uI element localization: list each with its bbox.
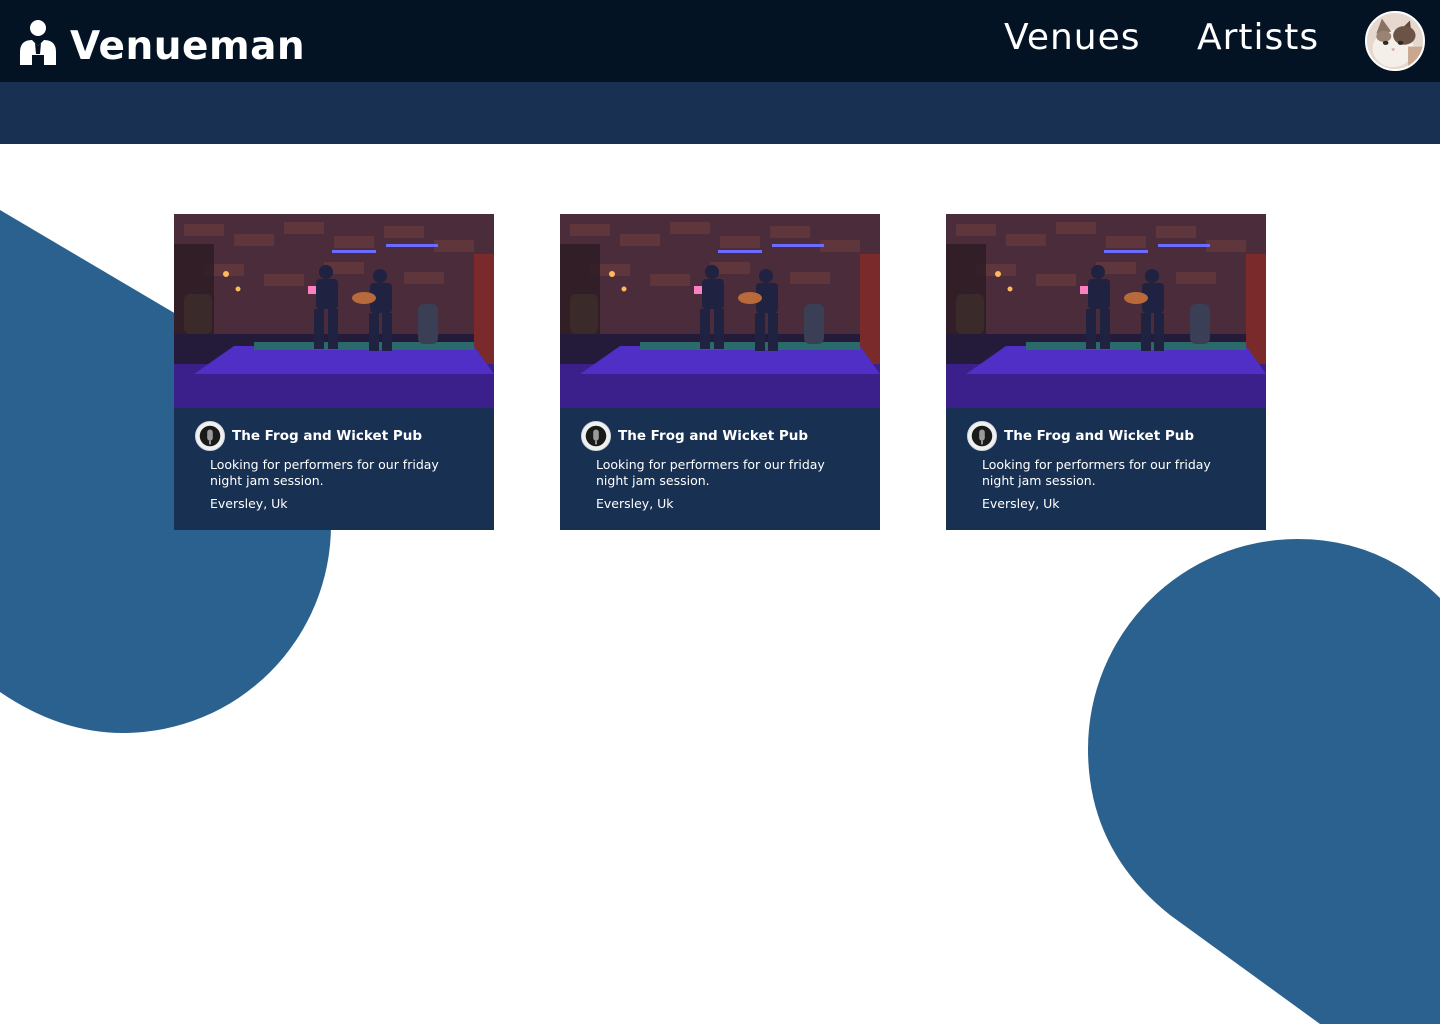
cat-avatar-icon (1367, 13, 1423, 69)
right-blob (1088, 539, 1440, 1024)
top-navigation-bar: Venueman Venues Artists (0, 0, 1440, 82)
venue-description: Looking for performers for our friday ni… (982, 457, 1211, 488)
person-icon (20, 20, 56, 65)
venue-name: The Frog and Wicket Pub (232, 428, 423, 444)
venue-description: Looking for performers for our friday ni… (596, 457, 825, 488)
venue-card[interactable]: The Frog and Wicket Pub Looking for perf… (946, 214, 1266, 530)
venue-logo-icon (581, 421, 611, 451)
venue-logo-icon (195, 421, 225, 451)
venue-location: Eversley, Uk (982, 496, 1060, 511)
brand-name: Venueman (70, 23, 306, 69)
card-body: The Frog and Wicket Pub Looking for perf… (946, 408, 1266, 530)
venue-description: Looking for performers for our friday ni… (210, 457, 439, 488)
card-body: The Frog and Wicket Pub Looking for perf… (174, 408, 494, 530)
venue-location: Eversley, Uk (210, 496, 288, 511)
venue-name: The Frog and Wicket Pub (1004, 428, 1195, 444)
sub-header-bar (0, 82, 1440, 144)
venue-name: The Frog and Wicket Pub (618, 428, 809, 444)
nav-venues-link[interactable]: Venues (1004, 18, 1141, 58)
nav-artists-link[interactable]: Artists (1197, 18, 1319, 58)
venue-location: Eversley, Uk (596, 496, 674, 511)
live-music-stage-photo (946, 214, 1266, 408)
live-music-stage-photo (560, 214, 880, 408)
venue-card[interactable]: The Frog and Wicket Pub Looking for perf… (174, 214, 494, 530)
card-body: The Frog and Wicket Pub Looking for perf… (560, 408, 880, 530)
venue-logo-icon (967, 421, 997, 451)
venue-card[interactable]: The Frog and Wicket Pub Looking for perf… (560, 214, 880, 530)
user-avatar[interactable] (1365, 11, 1425, 71)
live-music-stage-photo (174, 214, 494, 408)
brand-logo[interactable]: Venueman (18, 18, 305, 66)
page: Venueman Venues Artists The Frog and Wic… (0, 0, 1440, 1024)
